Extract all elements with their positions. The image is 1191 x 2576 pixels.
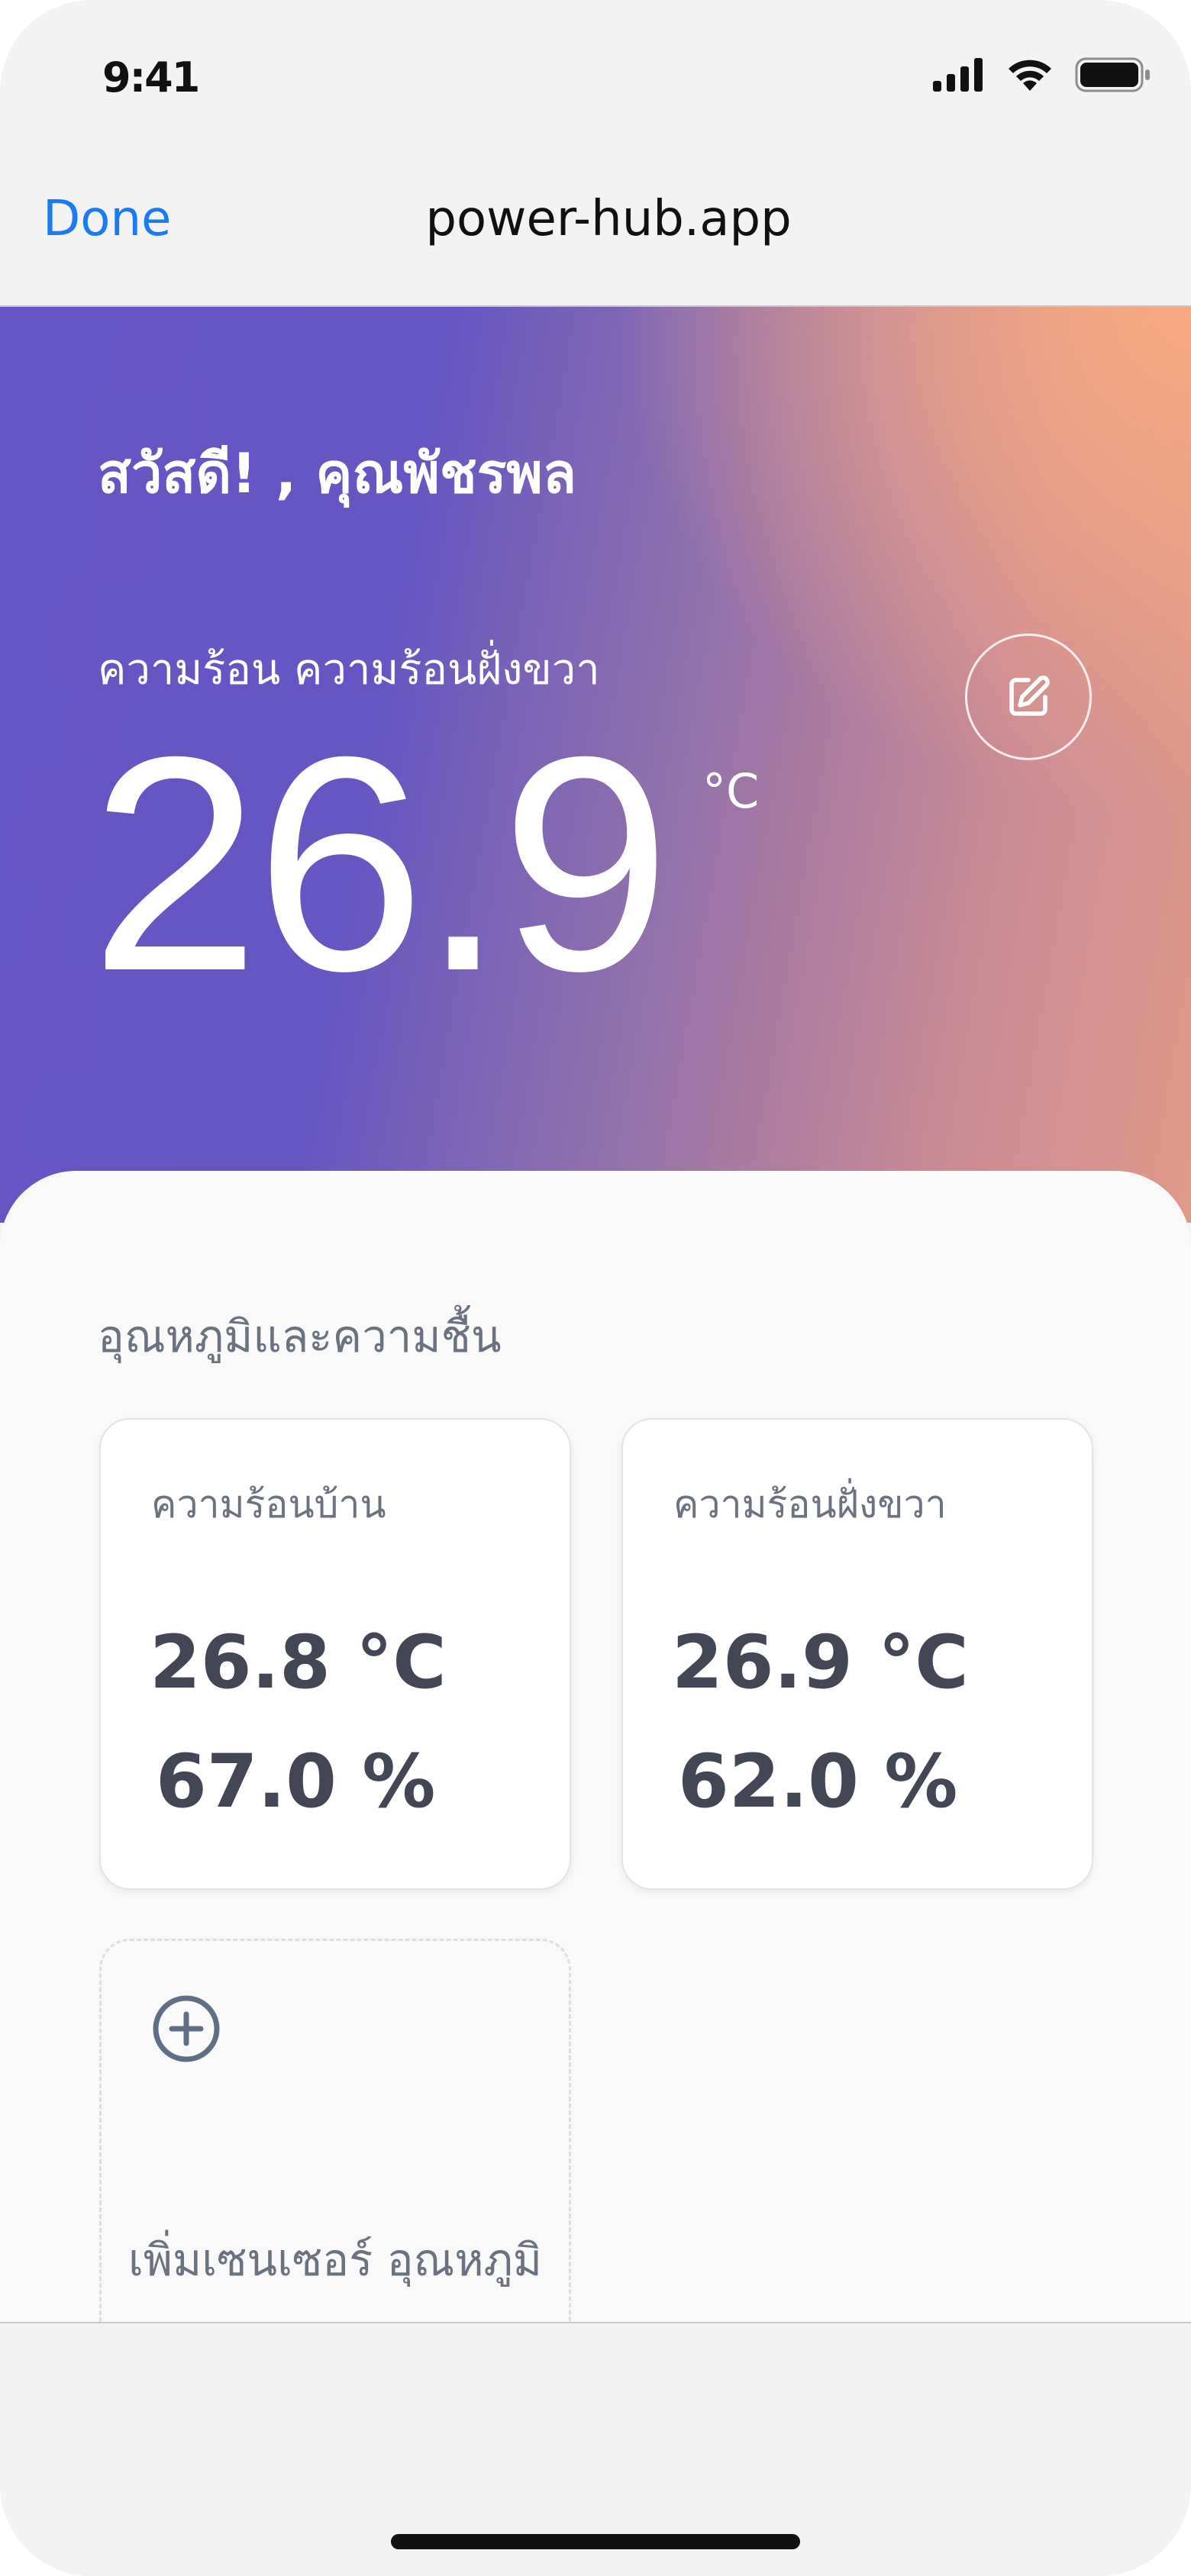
- status-bar: 9:41: [0, 0, 1191, 145]
- greeting-text: สวัสดี! , คุณพัชรพล: [98, 441, 576, 505]
- add-sensor-card[interactable]: เพิ่มเซนเซอร์ อุณหภูมิ: [99, 1939, 571, 2322]
- home-indicator[interactable]: [391, 2534, 800, 2549]
- temperature-unit: °C: [702, 763, 760, 819]
- phone-screen: 9:41 Done power-hub.app สวัสดี! , คุณพัช…: [0, 0, 1191, 2576]
- hero-banner: สวัสดี! , คุณพัชรพล ความร้อน ความร้อนฝั่…: [0, 307, 1191, 1223]
- content-sheet: อุณหภูมิและความชื้น ความร้อนบ้าน 26.8 °C…: [0, 1171, 1191, 2322]
- cellular-signal-icon: [933, 58, 983, 92]
- sensor-card[interactable]: ความร้อนบ้าน 26.8 °C 67.0 %: [99, 1418, 571, 1890]
- sensor-card[interactable]: ความร้อนฝั่งขวา 26.9 °C 62.0 %: [621, 1418, 1093, 1890]
- section-title: อุณหภูมิและความชื้น: [98, 1311, 502, 1362]
- current-temperature: 26.9: [90, 693, 671, 1034]
- browser-nav-bar: Done power-hub.app: [0, 145, 1191, 307]
- edit-pencil-icon: [1009, 675, 1050, 716]
- sensor-card-humidity: 62.0 %: [678, 1739, 958, 1824]
- plus-circle-icon: [153, 1995, 220, 2062]
- add-sensor-label: เพิ่มเซนเซอร์ อุณหภูมิ: [127, 2234, 543, 2286]
- status-icons: [933, 52, 1151, 98]
- sensor-card-temperature: 26.9 °C: [672, 1620, 969, 1705]
- battery-icon: [1075, 57, 1150, 92]
- sensor-card-humidity: 67.0 %: [156, 1739, 436, 1824]
- page-url-title: power-hub.app: [425, 191, 792, 247]
- sensor-card-label: ความร้อนบ้าน: [151, 1482, 386, 1527]
- edit-button[interactable]: [965, 634, 1092, 760]
- status-time: 9:41: [102, 53, 200, 102]
- sensor-card-label: ความร้อนฝั่งขวา: [673, 1482, 947, 1527]
- sensor-card-temperature: 26.8 °C: [150, 1620, 447, 1705]
- wifi-icon: [1009, 60, 1051, 91]
